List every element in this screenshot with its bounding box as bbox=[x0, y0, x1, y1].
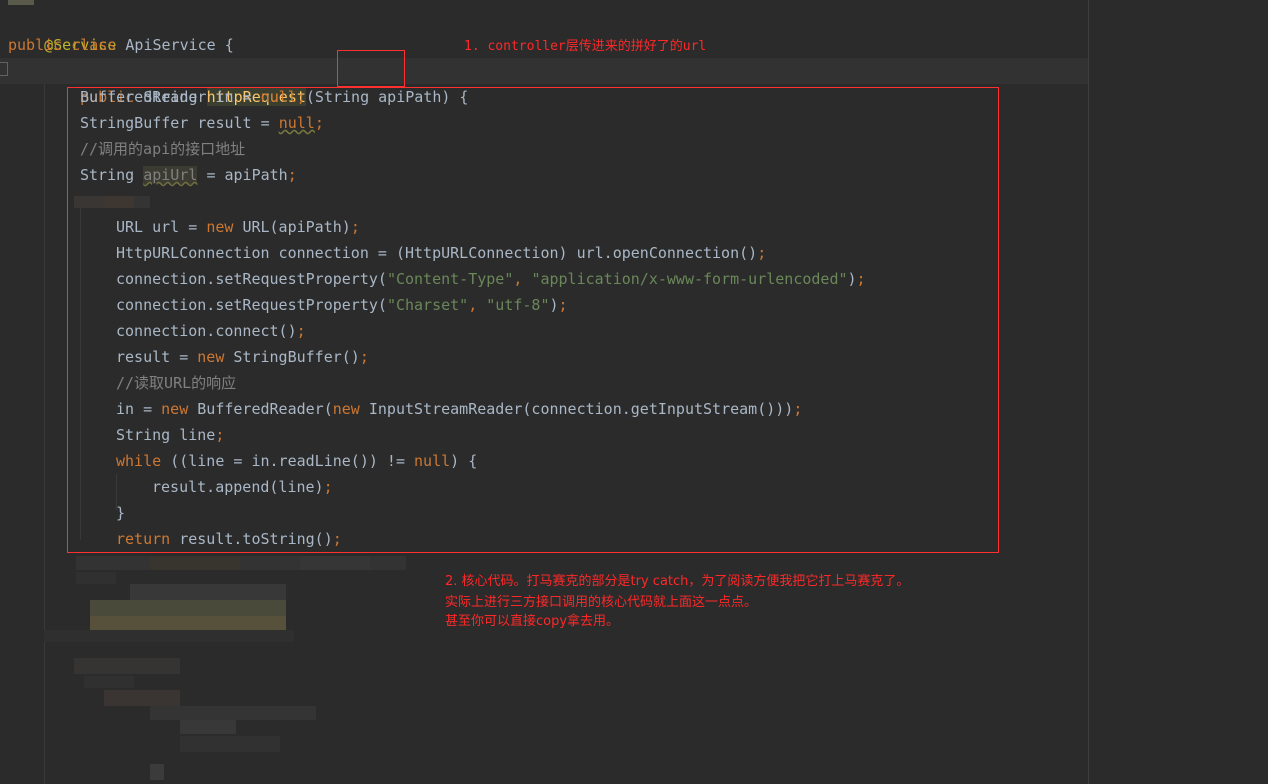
code-line[interactable]: public class ApiService { bbox=[8, 32, 234, 58]
code-comment: //读取URL的响应 bbox=[116, 374, 237, 392]
code-line[interactable]: //读取URL的响应 bbox=[116, 370, 236, 396]
code-line[interactable]: result.append(line); bbox=[152, 474, 333, 500]
string-literal: "application/x-www-form-urlencoded" bbox=[531, 270, 848, 288]
keyword: new bbox=[332, 400, 360, 418]
annotation-note-1: 1. controller层传进来的拼好了的url bbox=[464, 39, 707, 54]
string-literal: "Charset" bbox=[386, 296, 469, 314]
unused-variable: apiUrl bbox=[143, 166, 198, 184]
code-text: BufferedReader( bbox=[197, 400, 333, 418]
code-text: connection.setRequestProperty( bbox=[116, 270, 387, 288]
class-name: ApiService bbox=[125, 36, 216, 54]
code-text: InputStreamReader(connection.getInputStr… bbox=[368, 400, 794, 418]
param-open: (String bbox=[305, 88, 370, 106]
keyword: while bbox=[116, 452, 162, 470]
keyword: new bbox=[161, 400, 189, 418]
fold-toggle-icon[interactable] bbox=[0, 62, 8, 76]
code-line[interactable]: HttpURLConnection connection = (HttpURLC… bbox=[116, 240, 766, 266]
code-line[interactable]: result = new StringBuffer(); bbox=[116, 344, 369, 370]
code-line[interactable]: return result.toString(); bbox=[116, 526, 342, 552]
code-line[interactable]: } bbox=[116, 500, 125, 526]
code-text: result.toString() bbox=[179, 530, 333, 548]
keyword: new bbox=[197, 348, 225, 366]
indent-guide bbox=[44, 84, 45, 784]
param-close: ) { bbox=[441, 88, 469, 106]
code-text: URL url = bbox=[116, 218, 198, 236]
code-line[interactable]: connection.setRequestProperty("Content-T… bbox=[116, 266, 866, 292]
code-comment: //调用的api的接口地址 bbox=[80, 140, 246, 158]
code-editor[interactable]: @Service public class ApiService { publi… bbox=[0, 0, 1268, 784]
keyword: return bbox=[116, 530, 171, 548]
right-margin-guide bbox=[1088, 0, 1089, 784]
editor-tab-marker bbox=[8, 0, 34, 5]
keyword: new bbox=[206, 218, 234, 236]
code-text: connection.setRequestProperty( bbox=[116, 296, 387, 314]
code-line[interactable]: URL url = new URL(apiPath); bbox=[116, 214, 360, 240]
code-line[interactable]: StringBuffer result = null; bbox=[80, 110, 324, 136]
code-line[interactable]: BufferedReader in = null; bbox=[80, 84, 306, 110]
code-text: String line bbox=[116, 426, 216, 444]
code-text: ) { bbox=[450, 452, 478, 470]
keyword: public class bbox=[8, 36, 117, 54]
code-text: in = bbox=[116, 400, 153, 418]
brace: { bbox=[224, 36, 234, 54]
code-text: StringBuffer result = bbox=[80, 114, 270, 132]
code-text: = apiPath bbox=[206, 166, 288, 184]
null-keyword-warning: null bbox=[278, 114, 315, 132]
code-line[interactable]: connection.connect(); bbox=[116, 318, 306, 344]
code-line[interactable]: in = new BufferedReader(new InputStreamR… bbox=[116, 396, 802, 422]
code-line-current[interactable]: public String httpRequest(String apiPath… bbox=[0, 58, 1088, 106]
code-text: ((line = in.readLine()) != bbox=[170, 452, 405, 470]
code-text: URL(apiPath) bbox=[242, 218, 351, 236]
type-name: String bbox=[80, 166, 135, 184]
code-text: HttpURLConnection connection = (HttpURLC… bbox=[116, 244, 758, 262]
code-line[interactable]: String apiUrl = apiPath; bbox=[80, 162, 297, 188]
code-text: StringBuffer() bbox=[233, 348, 360, 366]
indent-guide bbox=[80, 200, 81, 540]
param-name: apiPath bbox=[378, 88, 442, 106]
code-text: connection.connect() bbox=[116, 322, 297, 340]
code-line[interactable]: @Service bbox=[8, 6, 116, 54]
annotation-note-2-line-1: 2. 核心代码。打马赛克的部分是try catch，为了阅读方便我把它打上马赛克… bbox=[445, 574, 910, 589]
string-literal: "utf-8" bbox=[486, 296, 550, 314]
code-text: result.append(line) bbox=[152, 478, 324, 496]
string-literal: "Content-Type" bbox=[386, 270, 514, 288]
code-line[interactable]: while ((line = in.readLine()) != null) { bbox=[116, 448, 477, 474]
closing-brace: } bbox=[116, 504, 126, 522]
annotation-note-2-line-3: 甚至你可以直接copy拿去用。 bbox=[445, 614, 620, 629]
code-text: BufferedReader in = bbox=[80, 88, 252, 106]
annotation-note-2-line-2: 实际上进行三方接口调用的核心代码就上面这一点点。 bbox=[445, 595, 758, 610]
code-line[interactable]: String line; bbox=[116, 422, 224, 448]
code-line[interactable]: connection.setRequestProperty("Charset",… bbox=[116, 292, 568, 318]
null-keyword: null bbox=[260, 88, 297, 106]
code-text: result = bbox=[116, 348, 189, 366]
code-line[interactable]: //调用的api的接口地址 bbox=[80, 136, 245, 162]
null-keyword: null bbox=[414, 452, 451, 470]
